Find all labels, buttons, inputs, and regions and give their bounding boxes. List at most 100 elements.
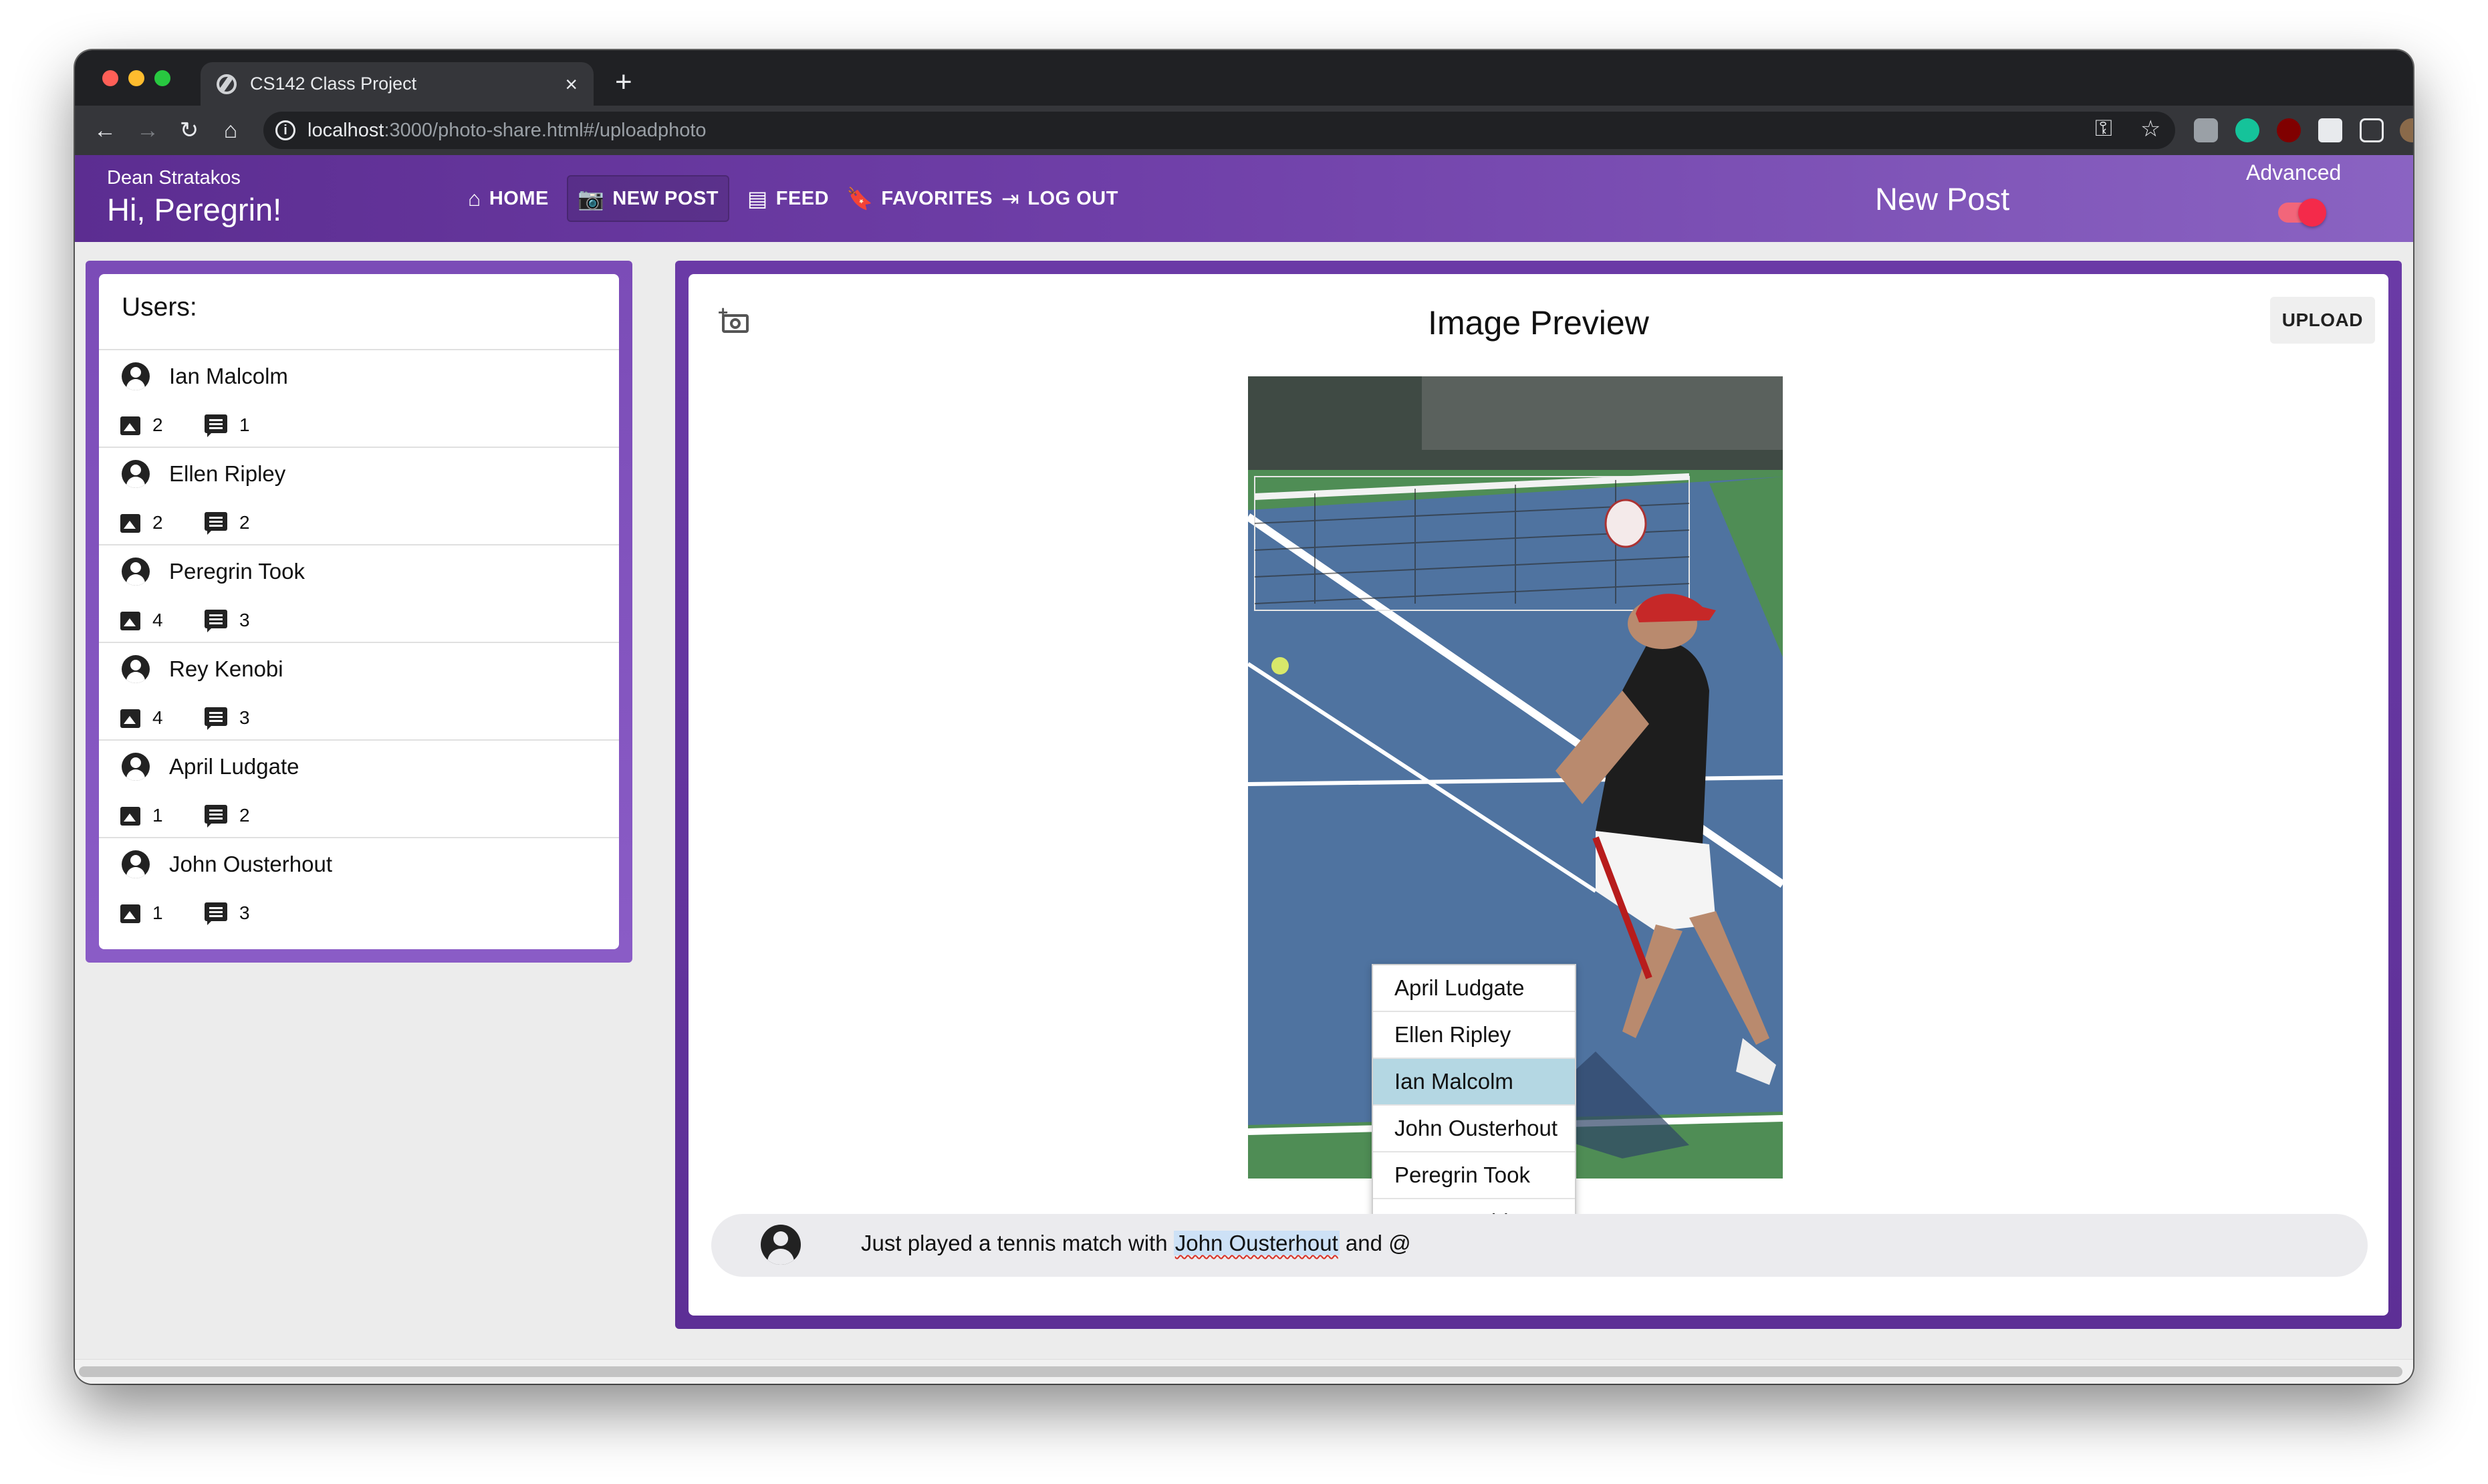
photo-count: 2: [152, 414, 163, 435]
nav-new-post-label: NEW POST: [612, 187, 719, 209]
caption-input[interactable]: Just played a tennis match with John Ous…: [711, 1214, 2368, 1277]
logged-in-user-name: Dean Stratakos: [107, 167, 241, 189]
nav-log-out[interactable]: ⇥ LOG OUT: [992, 175, 1128, 222]
key-icon[interactable]: ⚿: [2095, 116, 2112, 142]
tab-title: CS142 Class Project: [250, 74, 417, 94]
bookmark-icon: 🔖: [846, 187, 874, 211]
comment-icon: [205, 902, 227, 925]
users-card: Users: Ian Malcolm 2 1 Ellen Ripley 2 2: [99, 274, 619, 949]
address-bar[interactable]: i localhost:3000/photo-share.html#/uploa…: [263, 112, 2175, 149]
nav-favorites-label: FAVORITES: [881, 187, 993, 209]
photo-icon: [120, 416, 140, 435]
home-icon[interactable]: ⌂: [214, 114, 247, 147]
mention-option[interactable]: Ellen Ripley: [1373, 1012, 1575, 1059]
comment-count: 3: [239, 610, 250, 630]
url-host: localhost: [307, 119, 384, 141]
feed-icon: ▤: [747, 187, 768, 211]
comment-icon: [205, 512, 227, 535]
page-title: New Post: [1875, 181, 2010, 217]
user-list-item[interactable]: Ian Malcolm 2 1: [99, 349, 619, 447]
tab-close-icon[interactable]: ×: [565, 74, 578, 95]
browser-tab[interactable]: CS142 Class Project ×: [201, 62, 594, 106]
photo-icon: [120, 612, 140, 630]
info-icon[interactable]: i: [275, 120, 295, 140]
photo-count: 4: [152, 610, 163, 630]
mention-option[interactable]: April Ludgate: [1373, 965, 1575, 1012]
mention-option[interactable]: Peregrin Took: [1373, 1152, 1575, 1199]
photo-icon: [120, 514, 140, 533]
comment-count: 2: [239, 805, 250, 826]
extensions-puzzle-icon[interactable]: [2318, 118, 2342, 142]
horizontal-scrollbar[interactable]: [75, 1359, 2413, 1384]
account-circle-icon: [761, 1225, 801, 1265]
forward-icon[interactable]: →: [131, 114, 164, 147]
user-name[interactable]: Rey Kenobi: [169, 656, 283, 682]
image-preview-title: Image Preview: [1428, 304, 1649, 342]
user-name[interactable]: Peregrin Took: [169, 559, 305, 584]
user-name[interactable]: John Ousterhout: [169, 852, 332, 877]
new-tab-button[interactable]: +: [615, 68, 632, 97]
users-panel: Users: Ian Malcolm 2 1 Ellen Ripley 2 2: [86, 261, 632, 963]
scrollbar-thumb[interactable]: [79, 1366, 2402, 1377]
comment-icon: [205, 707, 227, 730]
users-title: Users:: [122, 293, 197, 322]
user-list-item[interactable]: Rey Kenobi 4 3: [99, 642, 619, 739]
grammarly-icon[interactable]: [2235, 118, 2259, 142]
comment-icon: [205, 414, 227, 437]
comment-count: 3: [239, 902, 250, 923]
new-post-card: + Image Preview UPLOAD April Ludgate Ell…: [689, 274, 2388, 1316]
photo-icon: [120, 709, 140, 728]
user-list-item[interactable]: Peregrin Took 4 3: [99, 544, 619, 642]
mention-option[interactable]: John Ousterhout: [1373, 1106, 1575, 1152]
greeting: Hi, Peregrin!: [107, 192, 282, 227]
caption-text-before: Just played a tennis match with: [861, 1231, 1174, 1255]
comment-count: 1: [239, 414, 250, 435]
account-circle-icon: [122, 655, 150, 683]
caption-text[interactable]: Just played a tennis match with John Ous…: [861, 1231, 1411, 1256]
user-list-item[interactable]: April Ludgate 1 2: [99, 739, 619, 837]
cast-icon[interactable]: [2360, 118, 2384, 142]
user-name[interactable]: Ellen Ripley: [169, 461, 285, 487]
comment-count: 3: [239, 707, 250, 728]
mention-tag[interactable]: John Ousterhout: [1173, 1231, 1340, 1255]
photo-count: 2: [152, 512, 163, 533]
advanced-toggle-thumb[interactable]: [2298, 199, 2326, 227]
nav-log-out-label: LOG OUT: [1027, 187, 1118, 209]
mention-option-selected[interactable]: Ian Malcolm: [1373, 1059, 1575, 1106]
logout-icon: ⇥: [1001, 187, 1020, 211]
comment-count: 2: [239, 512, 250, 533]
account-circle-icon: [122, 362, 150, 390]
maximize-window-button[interactable]: [154, 70, 170, 86]
reload-icon[interactable]: ↻: [172, 114, 206, 147]
upload-button[interactable]: UPLOAD: [2269, 297, 2375, 344]
new-post-panel: + Image Preview UPLOAD April Ludgate Ell…: [675, 261, 2402, 1329]
nav-favorites[interactable]: 🔖 FAVORITES: [837, 175, 1002, 222]
users-list: Ian Malcolm 2 1 Ellen Ripley 2 2 Peregri…: [99, 349, 619, 935]
nav-feed[interactable]: ▤ FEED: [738, 175, 838, 222]
account-circle-icon: [122, 753, 150, 781]
user-list-item[interactable]: John Ousterhout 1 3: [99, 837, 619, 935]
caption-text-after: and @: [1339, 1231, 1411, 1255]
home-icon: ⌂: [468, 186, 481, 211]
globe-icon: [217, 74, 237, 94]
mention-suggestions: April Ludgate Ellen Ripley Ian Malcolm J…: [1372, 964, 1576, 1246]
nav-home[interactable]: ⌂ HOME: [459, 175, 558, 222]
ublock-icon[interactable]: [2277, 118, 2301, 142]
browser-window: CS142 Class Project × + ← → ↻ ⌂ i localh…: [75, 50, 2413, 1384]
tab-strip: CS142 Class Project × +: [75, 50, 2413, 106]
back-icon[interactable]: ←: [88, 114, 122, 147]
star-icon[interactable]: ☆: [2140, 116, 2160, 142]
extension-briefcase-icon[interactable]: [2194, 118, 2218, 142]
close-window-button[interactable]: [102, 70, 118, 86]
photo-count: 4: [152, 707, 163, 728]
comment-icon: [205, 805, 227, 828]
user-list-item[interactable]: Ellen Ripley 2 2: [99, 447, 619, 544]
user-name[interactable]: Ian Malcolm: [169, 364, 288, 389]
user-name[interactable]: April Ludgate: [169, 754, 299, 779]
minimize-window-button[interactable]: [128, 70, 144, 86]
url-path: :3000/photo-share.html#/uploadphoto: [384, 119, 707, 141]
profile-avatar[interactable]: [2400, 118, 2413, 142]
camera-icon: 📷: [578, 187, 605, 211]
account-circle-icon: [122, 558, 150, 586]
nav-new-post[interactable]: 📷 NEW POST: [567, 175, 730, 222]
